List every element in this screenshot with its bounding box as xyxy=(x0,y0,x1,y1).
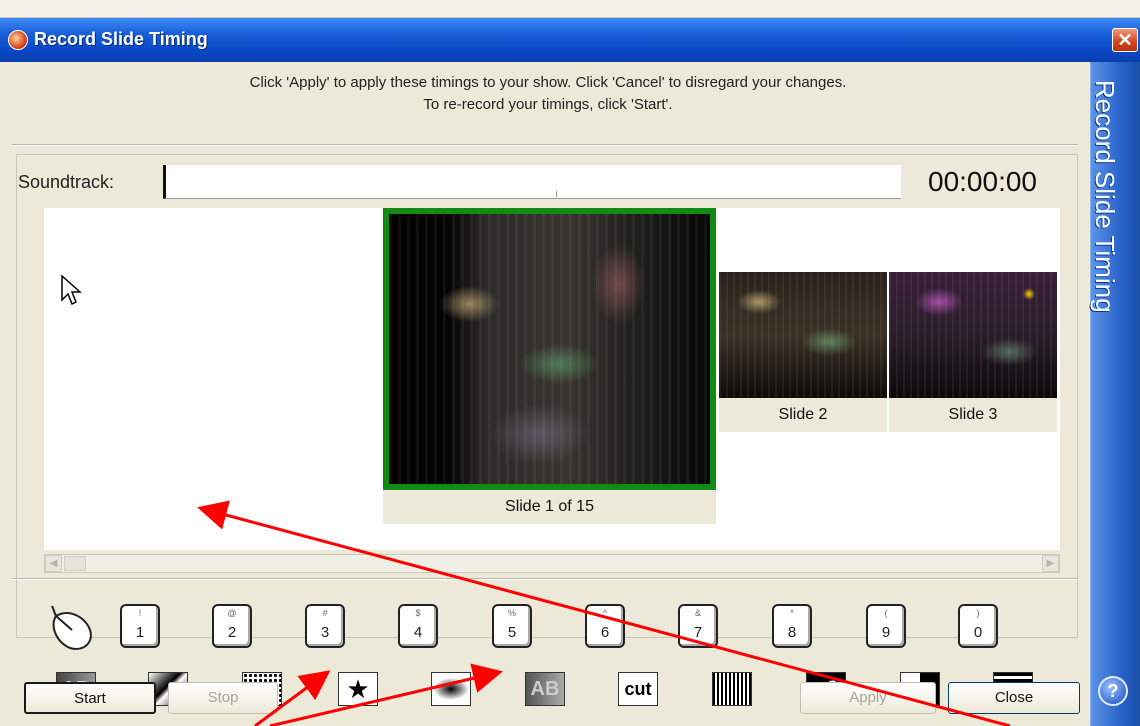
key-number: 4 xyxy=(413,624,423,641)
key-number: 7 xyxy=(693,624,703,641)
effect-iris-icon[interactable] xyxy=(431,672,471,706)
track-tick xyxy=(556,191,557,197)
instructions: Click 'Apply' to apply these timings to … xyxy=(18,72,1078,128)
scroll-thumb[interactable] xyxy=(64,556,86,571)
key-number: 3 xyxy=(320,624,330,641)
key-symbol: ! xyxy=(138,608,142,618)
key-symbol: * xyxy=(790,608,794,618)
key-symbol: # xyxy=(322,608,328,618)
side-panel-title: Record Slide Timing xyxy=(1090,80,1120,313)
key-3[interactable]: #3 xyxy=(305,604,345,648)
key-symbol: & xyxy=(694,608,701,618)
key-1[interactable]: ! 1 xyxy=(120,604,160,648)
mouse-icon xyxy=(51,605,92,650)
instructions-line-2: To re-record your timings, click 'Start'… xyxy=(423,96,673,113)
key-symbol: ( xyxy=(884,608,888,618)
divider xyxy=(12,578,1078,580)
close-window-button[interactable]: ✕ xyxy=(1112,28,1138,52)
slide-scrollbar[interactable]: ◀ ▶ xyxy=(44,554,1060,573)
key-0[interactable]: ) 0 xyxy=(958,604,998,648)
scroll-left-arrow-icon[interactable]: ◀ xyxy=(45,555,62,572)
key-symbol: ) xyxy=(976,608,980,618)
effect-blinds-icon[interactable] xyxy=(712,672,752,706)
key-number: 2 xyxy=(227,624,237,641)
soundtrack-label: Soundtrack: xyxy=(18,172,115,192)
root: Record Slide Timing ✕ Click 'Apply' to a… xyxy=(0,0,1140,726)
partial-menubar xyxy=(0,0,1140,18)
slide-thumbnail-3[interactable] xyxy=(889,272,1057,398)
record-timing-dialog: Click 'Apply' to apply these timings to … xyxy=(0,62,1090,726)
key-number: 9 xyxy=(881,624,891,641)
current-slide[interactable] xyxy=(383,208,716,490)
slide-strip: Slide 1 of 15 Slide 2 Slide 3 xyxy=(44,208,1060,550)
key-symbol: % xyxy=(507,608,516,618)
key-symbol: @ xyxy=(227,608,237,618)
divider xyxy=(12,144,1078,146)
key-number: 5 xyxy=(507,624,517,641)
instructions-line-1: Click 'Apply' to apply these timings to … xyxy=(249,74,847,91)
key-9[interactable]: (9 xyxy=(866,604,906,648)
soundtrack-track[interactable] xyxy=(163,165,901,199)
scroll-right-arrow-icon[interactable]: ▶ xyxy=(1042,555,1059,572)
key-4[interactable]: $4 xyxy=(398,604,438,648)
app-icon xyxy=(8,30,28,50)
transition-key-row: !1 @2 #3 $4 %5 ^6 &7 *8 (9 )0 AB ★ AB cu… xyxy=(30,602,1070,706)
close-button[interactable]: Close xyxy=(948,682,1080,714)
slide-thumbnail-2[interactable] xyxy=(719,272,887,398)
key-symbol: $ xyxy=(415,608,421,618)
key-2[interactable]: @2 xyxy=(212,604,252,648)
slide-3-caption: Slide 3 xyxy=(889,398,1057,432)
current-slide-caption: Slide 1 of 15 xyxy=(383,490,716,524)
title-bar: Record Slide Timing ✕ xyxy=(0,18,1140,62)
window-title: Record Slide Timing xyxy=(34,29,208,49)
key-7[interactable]: & 7 xyxy=(678,604,718,648)
slide-2-caption: Slide 2 xyxy=(719,398,887,432)
mouse-pointer-icon xyxy=(61,274,82,306)
effect-cut-icon[interactable]: cut xyxy=(618,672,658,706)
key-8[interactable]: * 8 xyxy=(772,604,812,648)
key-number: 8 xyxy=(787,624,797,641)
effect-crossfade-icon[interactable]: AB xyxy=(525,672,565,706)
key-number: 1 xyxy=(135,624,145,641)
start-button[interactable]: Start xyxy=(24,682,156,714)
key-5[interactable]: % 5 xyxy=(492,604,532,648)
current-slide-image xyxy=(389,214,710,484)
key-6[interactable]: ^ 6 xyxy=(585,604,625,648)
stop-button[interactable]: Stop xyxy=(168,682,278,714)
time-readout: 00:00:00 xyxy=(928,166,1037,197)
help-icon[interactable]: ? xyxy=(1098,676,1128,706)
key-number: 0 xyxy=(973,624,983,641)
apply-button[interactable]: Apply xyxy=(800,682,936,714)
effect-star-icon[interactable]: ★ xyxy=(338,672,378,706)
key-number: 6 xyxy=(600,624,610,641)
key-symbol: ^ xyxy=(602,608,608,618)
